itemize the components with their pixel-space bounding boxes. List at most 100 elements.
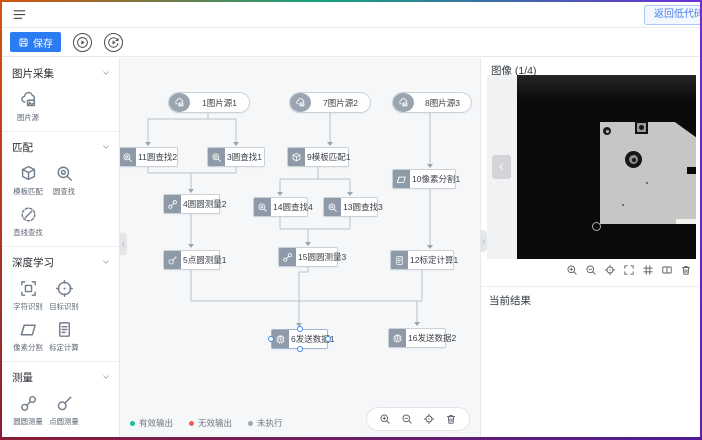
tool-label: 模板匹配 <box>13 186 42 196</box>
tool-label: 标定计算 <box>49 342 78 352</box>
node-label: 16发送数据2 <box>406 329 458 347</box>
flow-canvas[interactable]: 1图片源1 7图片源2 8图片源3 11圆查找2 3圆查找1 9模板匹配1 10像素分割1 4… <box>120 58 480 437</box>
node-label: 4圆圆测量2 <box>181 195 228 213</box>
locate-button[interactable] <box>423 413 435 425</box>
section-tools: 模板匹配圆查找直线查找 <box>12 164 111 238</box>
flow-node-12标定计算1[interactable]: 12标定计算1 <box>390 250 454 270</box>
sidebar-collapse-handle[interactable] <box>120 233 127 255</box>
flow-node-8图片源3[interactable]: 8图片源3 <box>392 92 472 113</box>
section-title: 图片采集 <box>12 66 54 81</box>
trash-button[interactable] <box>680 264 692 276</box>
center-hub <box>625 151 642 168</box>
flow-node-3圆查找1[interactable]: 3圆查找1 <box>207 147 265 167</box>
run-continuous-button[interactable] <box>104 33 123 52</box>
tool-item-圆查找[interactable]: 圆查找 <box>48 164 80 197</box>
photo-light-band <box>517 75 696 101</box>
section-header[interactable]: 深度学习 <box>12 253 111 271</box>
node-label: 9模板匹配1 <box>305 148 352 166</box>
line-find-icon <box>19 205 38 224</box>
locate-button[interactable] <box>604 264 616 276</box>
section-header[interactable]: 匹配 <box>12 138 111 156</box>
flow-node-7图片源2[interactable]: 7图片源2 <box>289 92 371 113</box>
zoom-in-button[interactable] <box>379 413 391 425</box>
device-icon <box>272 330 289 348</box>
calc-icon <box>391 251 408 269</box>
tool-item-圆圆测量[interactable]: 圆圆测量 <box>12 394 44 427</box>
previous-image-button[interactable] <box>492 155 511 179</box>
flow-node-15圆圆测量3[interactable]: 15圆圆测量3 <box>278 247 338 267</box>
menu-icon[interactable] <box>12 7 27 22</box>
flow-node-9模板匹配1[interactable]: 9模板匹配1 <box>287 147 349 167</box>
flow-node-13圆查找3[interactable]: 13圆查找3 <box>323 197 378 217</box>
measure-pc-icon <box>164 251 181 269</box>
tool-item-目标识别[interactable]: 目标识别 <box>48 279 80 312</box>
flow-node-1图片源1[interactable]: 1图片源1 <box>168 92 250 113</box>
tool-label: 目标识别 <box>49 301 78 311</box>
tool-label: 像素分割 <box>13 342 42 352</box>
plate-bright-strip <box>676 219 696 224</box>
legend-dot <box>189 421 194 426</box>
flow-node-16发送数据2[interactable]: 16发送数据2 <box>388 328 446 348</box>
section-header[interactable]: 图片采集 <box>12 64 111 82</box>
tool-item-直线查找[interactable]: 直线查找 <box>12 205 44 238</box>
flow-node-14圆查找4[interactable]: 14圆查找4 <box>253 197 308 217</box>
circle-find-icon <box>254 198 271 216</box>
tool-item-标定计算[interactable]: 标定计算 <box>48 320 80 353</box>
trash-button[interactable] <box>445 413 457 425</box>
cube-icon <box>19 164 38 183</box>
main-area: 图片采集图片源匹配模板匹配圆查找直线查找深度学习字符识别目标识别像素分割标定计算… <box>2 58 700 437</box>
panel-collapse-handle[interactable] <box>480 230 487 252</box>
node-port[interactable] <box>297 326 303 332</box>
frame-border-left <box>0 0 2 440</box>
chevron-down-icon <box>101 257 111 267</box>
flow-node-5点圆测量1[interactable]: 5点圆测量1 <box>163 250 220 270</box>
legend-label: 未执行 <box>257 417 283 429</box>
legend-label: 无效输出 <box>198 417 232 429</box>
plate-notch <box>687 167 696 174</box>
save-icon <box>18 37 29 48</box>
sidebar-section-2: 深度学习字符识别目标识别像素分割标定计算 <box>2 247 119 362</box>
cloud-image-icon <box>169 93 190 112</box>
compare-button[interactable] <box>661 264 673 276</box>
tool-item-字符识别[interactable]: 字符识别 <box>12 279 44 312</box>
legend-dot <box>130 421 135 426</box>
cloud-image-icon <box>290 93 311 112</box>
node-label: 10像素分割1 <box>410 170 462 188</box>
cloud-image-icon <box>393 93 414 112</box>
zoom-out-button[interactable] <box>585 264 597 276</box>
run-button[interactable] <box>73 33 92 52</box>
legend-item: 未执行 <box>248 417 283 429</box>
fullscreen-button[interactable] <box>623 264 635 276</box>
flow-node-4圆圆测量2[interactable]: 4圆圆测量2 <box>163 194 220 214</box>
legend-item: 有效输出 <box>130 417 173 429</box>
node-port[interactable] <box>325 336 331 342</box>
sidebar-section-3: 测量圆圆测量点圆测量点点测量 <box>2 362 119 437</box>
grid-button[interactable] <box>642 264 654 276</box>
calc-icon <box>55 320 74 339</box>
zoom-out-button[interactable] <box>401 413 413 425</box>
tool-item-图片源[interactable]: 图片源 <box>12 90 44 123</box>
flow-node-10像素分割1[interactable]: 10像素分割1 <box>392 169 456 189</box>
flow-node-6发送数据1[interactable]: 6发送数据1 <box>271 329 328 349</box>
segment-icon <box>393 170 410 188</box>
measure-cc-icon <box>279 248 296 266</box>
node-label: 7图片源2 <box>311 93 370 112</box>
node-port[interactable] <box>297 346 303 352</box>
save-button[interactable]: 保存 <box>10 32 61 52</box>
zoom-in-button[interactable] <box>566 264 578 276</box>
node-label: 13圆查找3 <box>341 198 385 216</box>
back-to-lowcode-button[interactable]: 返回低代码 <box>644 5 700 25</box>
tool-item-模板匹配[interactable]: 模板匹配 <box>12 164 44 197</box>
section-title: 测量 <box>12 370 33 385</box>
hub-core <box>632 158 636 162</box>
tool-item-像素分割[interactable]: 像素分割 <box>12 320 44 353</box>
photo-metal-plate <box>600 122 696 224</box>
inspection-photo[interactable] <box>517 75 696 259</box>
section-header[interactable]: 测量 <box>12 368 111 386</box>
node-port[interactable] <box>268 336 274 342</box>
flow-node-11圆查找2[interactable]: 11圆查找2 <box>120 147 178 167</box>
tool-item-点圆测量[interactable]: 点圆测量 <box>48 394 80 427</box>
node-label: 3圆查找1 <box>225 148 264 166</box>
image-panel: 图像 (1/4) <box>480 58 700 437</box>
section-tools: 字符识别目标识别像素分割标定计算 <box>12 279 111 353</box>
